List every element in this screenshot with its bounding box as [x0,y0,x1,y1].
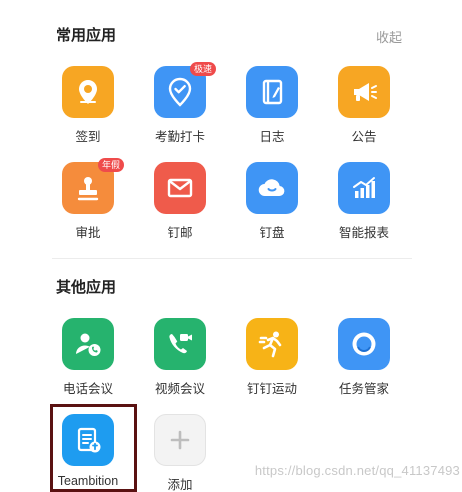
app-label: 审批 [75,226,101,240]
collapse-button[interactable]: 收起 [376,27,402,46]
runner-icon [246,318,298,370]
bar-chart-icon [338,162,390,214]
app-label: 考勤打卡 [154,130,205,144]
mail-icon [154,162,206,214]
app-phone-conference[interactable]: 电话会议 [42,318,134,414]
app-label: 电话会议 [62,382,113,396]
annual-leave-badge: 年假 [98,158,125,172]
cloud-icon [246,162,298,214]
app-label: 任务管家 [338,382,389,396]
app-video-conference[interactable]: 视频会议 [134,318,226,414]
app-announcement[interactable]: 公告 [318,66,410,162]
highlight-frame [50,404,137,492]
watermark: https://blog.csdn.net/qq_41137493 [254,463,460,478]
journal-icon [246,66,298,118]
speed-badge: 极速 [190,62,217,76]
app-label: 智能报表 [338,226,389,240]
app-journal[interactable]: 日志 [226,66,318,162]
app-sign-in[interactable]: 签到 [42,66,134,162]
app-attendance[interactable]: 极速 考勤打卡 [134,62,226,162]
app-label: 钉钉运动 [246,382,297,396]
common-apps-title: 常用应用 [56,27,117,44]
app-add[interactable]: 添加 [134,414,226,492]
app-label: 公告 [351,130,377,144]
app-approval[interactable]: 年假 审批 [42,158,134,258]
app-task-manager[interactable]: 任务管家 [318,318,410,414]
app-drive[interactable]: 钉盘 [226,162,318,258]
plus-icon [154,414,206,466]
video-call-icon [154,318,206,370]
app-label: 签到 [75,130,101,144]
app-label: 日志 [259,130,285,144]
app-smart-report[interactable]: 智能报表 [318,162,410,258]
megaphone-icon [338,66,390,118]
section-divider [52,258,412,259]
app-label: 钉盘 [259,226,285,240]
phone-user-icon [62,318,114,370]
app-mail[interactable]: 钉邮 [134,162,226,258]
app-label: 添加 [167,478,193,492]
app-label: 视频会议 [154,382,205,396]
location-pin-icon [62,66,114,118]
app-label: 钉邮 [167,226,193,240]
app-sports[interactable]: 钉钉运动 [226,318,318,414]
other-apps-title: 其他应用 [56,279,117,296]
ring-icon [338,318,390,370]
